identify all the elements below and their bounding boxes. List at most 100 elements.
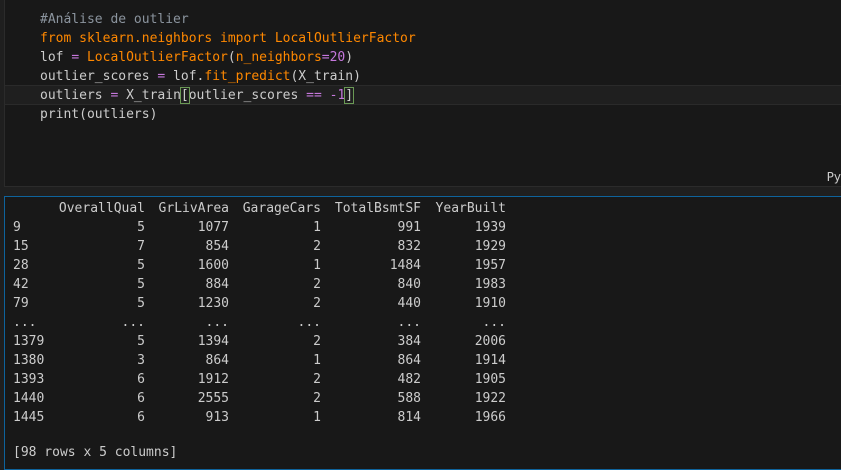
table-cell: 1 [313,258,321,273]
table-cell: 1077 [197,220,229,235]
table-cell: 6 [137,372,145,387]
table-cell: 5 [137,277,145,292]
table-cell: 1905 [474,372,506,387]
dataframe-output: OverallQual GrLivArea GarageCars TotalBsmtS… [13,199,506,427]
code-token: import [220,31,267,46]
table-cell: 6 [137,410,145,425]
row-index: 42 [13,277,29,292]
table-cell: 588 [397,391,421,406]
table-cell: 5 [137,296,145,311]
code-token: n_neighbors [235,50,322,65]
cell-language-label[interactable]: Py [827,170,841,184]
table-cell: ... [482,315,506,330]
code-line[interactable]: print(outliers) [40,105,416,124]
table-cell: 1922 [474,391,506,406]
table-cell: 1910 [474,296,506,311]
row-index: 1440 [13,391,45,406]
table-cell: ... [397,315,421,330]
table-cell: 2 [313,391,321,406]
table-row: 28 5 1600 1 1484 1957 [13,256,506,275]
table-cell: 482 [397,372,421,387]
table-row: 1380 3 864 1 864 1914 [13,351,506,370]
column-header: GrLivArea [158,201,229,216]
table-cell: 440 [397,296,421,311]
code-token: == [306,88,322,103]
table-cell: 991 [397,220,421,235]
row-index: 1379 [13,334,45,349]
code-line[interactable]: lof = LocalOutlierFactor(n_neighbors=20) [40,48,416,67]
code-token: lof. [165,69,205,84]
code-line[interactable]: from sklearn.neighbors import LocalOutli… [40,29,416,48]
code-line[interactable]: outlier_scores = lof.fit_predict(X_train… [40,67,416,86]
code-cell[interactable]: #Análise de outlier from sklearn.neighbor… [4,0,841,187]
table-cell: 864 [205,353,229,368]
table-row: 15 7 854 2 832 1929 [13,237,506,256]
code-line[interactable]: outliers = X_train[outlier_scores == -1] [40,86,416,105]
code-token: LocalOutlierFactor [79,50,228,65]
table-row: 1440 6 2555 2 588 1922 [13,389,506,408]
code-token: fit_predict [204,69,291,84]
table-cell: 2006 [474,334,506,349]
table-cell: 6 [137,391,145,406]
column-header: GarageCars [242,201,321,216]
table-cell: 384 [397,334,421,349]
code-token: from [40,31,72,46]
table-row: 1379 5 1394 2 384 2006 [13,332,506,351]
table-cell: 1394 [197,334,229,349]
code-token: X_train [118,88,181,103]
table-cell: 1929 [474,239,506,254]
table-row: .................. [13,313,506,332]
code-token: [ [179,87,190,104]
table-cell: 814 [397,410,421,425]
code-token: (outliers) [79,107,158,122]
table-cell: 1 [313,220,321,235]
table-row: 9 5 1077 1 991 1939 [13,218,506,237]
table-cell: 864 [397,353,421,368]
code-token: lof [40,50,72,65]
table-cell: 1 [313,353,321,368]
table-row: 79 5 1230 2 440 1910 [13,294,506,313]
row-index: 28 [13,258,29,273]
table-cell: ... [121,315,145,330]
code-token: outlier_scores [188,88,307,103]
code-token: -1 [329,88,346,103]
table-cell: 1484 [389,258,421,273]
column-header: OverallQual [58,201,145,216]
code-token: 20 [329,50,346,65]
table-cell: 1914 [474,353,506,368]
table-cell: 1912 [197,372,229,387]
table-cell: 1230 [197,296,229,311]
row-index: 9 [13,220,21,235]
table-cell: 1600 [197,258,229,273]
code-token: = [321,50,330,65]
column-header: YearBuilt [435,201,506,216]
table-cell: 1966 [474,410,506,425]
code-token: ] [344,87,355,104]
code-token: = [71,50,80,65]
dataframe-summary: [98 rows x 5 columns] [13,445,178,460]
code-editor[interactable]: #Análise de outlier from sklearn.neighbor… [40,10,416,124]
table-cell: 832 [397,239,421,254]
table-cell: ... [205,315,229,330]
table-cell: 2 [313,296,321,311]
table-cell: 2 [313,239,321,254]
code-token: ( [227,50,236,65]
table-cell: 1983 [474,277,506,292]
code-token: sklearn.neighbors [71,31,221,46]
row-index: ... [13,315,37,330]
code-token: outliers [40,88,111,103]
table-cell: 913 [205,410,229,425]
code-token: (X_train) [290,69,361,84]
table-cell: 2 [313,372,321,387]
table-row: 1393 6 1912 2 482 1905 [13,370,506,389]
row-index: 79 [13,296,29,311]
row-index: 15 [13,239,29,254]
table-cell: 5 [137,334,145,349]
table-cell: 2 [313,277,321,292]
table-cell: ... [297,315,321,330]
code-token: LocalOutlierFactor [267,31,416,46]
code-token: outlier_scores [40,69,158,84]
code-line[interactable]: #Análise de outlier [40,10,416,29]
column-header [13,199,53,218]
